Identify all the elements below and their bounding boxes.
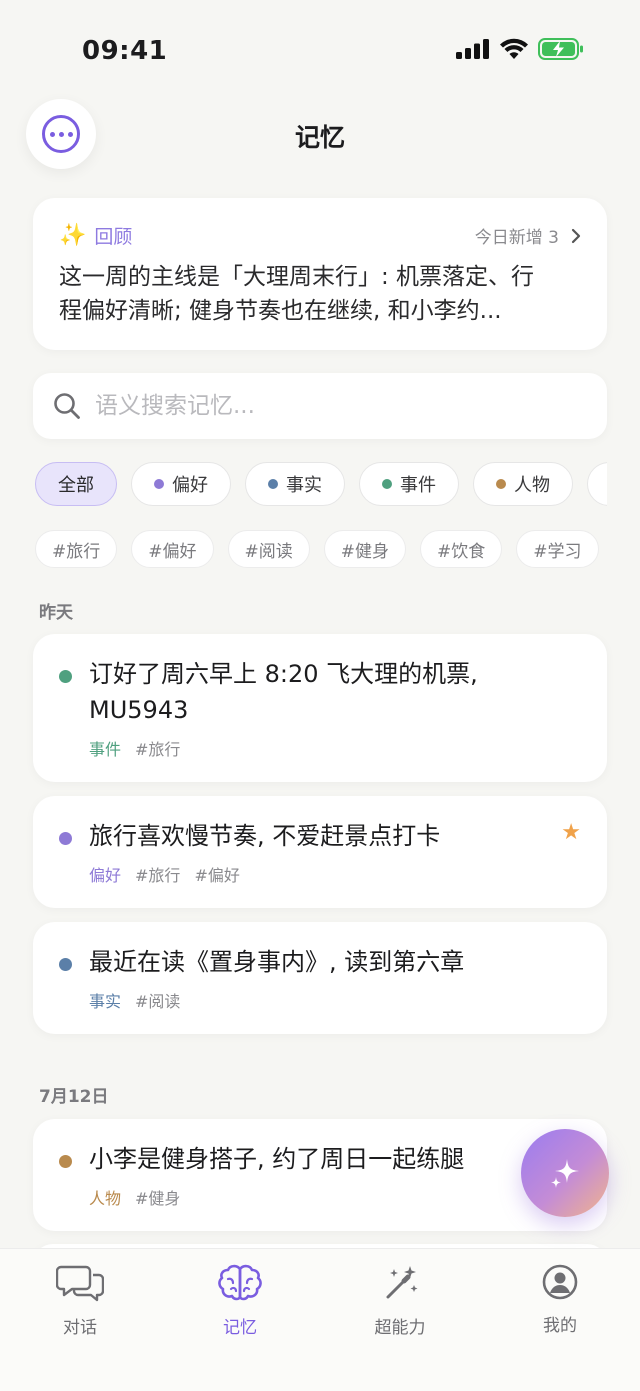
memory-card[interactable]: 最近在读《置身事内》, 读到第六章事实 #阅读 (33, 922, 607, 1034)
tag-chip[interactable]: #偏好 (131, 530, 214, 568)
memory-tag: #阅读 (135, 992, 181, 1011)
chat-bubbles-icon (55, 1265, 105, 1302)
memory-type-dot (59, 670, 72, 683)
status-bar: 09:41 (0, 0, 640, 100)
type-dot (496, 479, 506, 489)
tab-profile[interactable]: 我的 (500, 1263, 620, 1336)
memory-meta: 事件 #旅行 (89, 736, 180, 760)
status-time: 09:41 (82, 36, 168, 66)
type-dot (154, 479, 164, 489)
profile-icon (542, 1264, 578, 1300)
brain-icon (218, 1264, 262, 1301)
filter-chip-label: 全部 (58, 475, 94, 496)
date-section-label: 昨天 (39, 603, 73, 623)
memory-tag: #旅行 (135, 740, 181, 759)
memory-type-label: 人物 (89, 1189, 122, 1208)
filter-chip-label: 事件 (400, 475, 436, 496)
review-summary: 这一周的主线是「大理周末行」: 机票落定、行 程偏好清晰; 健身节奏也在继续, … (59, 260, 587, 328)
filter-chip[interactable]: 人物 (473, 462, 573, 506)
review-label: 回顾 (94, 226, 133, 248)
review-card[interactable]: ✨ 回顾 今日新增 3 这一周的主线是「大理周末行」: 机票落定、行 程偏好清晰… (33, 198, 607, 350)
review-summary-line: 这一周的主线是「大理周末行」: 机票落定、行 (59, 264, 535, 290)
page-title: 记忆 (294, 123, 345, 152)
tab-label: 我的 (543, 1316, 577, 1336)
memory-tag: #偏好 (194, 866, 240, 885)
memory-text: 旅行喜欢慢节奏, 不爱赶景点打卡 (89, 818, 569, 854)
ai-sparkle-button[interactable] (521, 1129, 609, 1217)
tag-chip[interactable]: #饮食 (420, 530, 503, 568)
filter-chip[interactable]: 其 (587, 462, 607, 506)
memory-text-line: 最近在读《置身事内》, 读到第六章 (89, 948, 465, 976)
today-new-count[interactable]: 今日新增 3 (475, 223, 581, 248)
battery-icon (538, 38, 583, 60)
memory-type-label: 偏好 (89, 866, 122, 885)
today-new-label: 今日新增 3 (474, 228, 559, 248)
memory-text-line: 订好了周六早上 8:20 飞大理的机票, (89, 660, 478, 688)
memory-text: 小李是健身搭子, 约了周日一起练腿 (89, 1141, 569, 1177)
memory-text: 最近在读《置身事内》, 读到第六章 (89, 944, 569, 980)
memory-tag: #旅行 (135, 866, 181, 885)
memory-meta: 偏好 #旅行 #偏好 (89, 862, 240, 886)
filter-chip-label: 偏好 (172, 475, 208, 496)
type-filter-bar: 全部 偏好 事实 事件 人物 其 (35, 462, 607, 508)
type-dot (382, 479, 392, 489)
date-section-label: 7月12日 (39, 1087, 109, 1107)
memory-type-dot (59, 832, 72, 845)
memory-meta: 事实 #阅读 (89, 988, 180, 1012)
memory-text: 订好了周六早上 8:20 飞大理的机票, MU5943 (89, 656, 569, 728)
tag-chip[interactable]: #学习 (516, 530, 599, 568)
tab-memory[interactable]: 记忆 (180, 1263, 300, 1338)
search-icon (54, 393, 80, 419)
search-input[interactable] (95, 387, 575, 425)
tag-chip[interactable]: #阅读 (227, 530, 310, 568)
tab-label: 记忆 (223, 1318, 257, 1338)
status-icons (456, 38, 584, 60)
tab-label: 超能力 (374, 1318, 426, 1338)
tag-chip[interactable]: #健身 (323, 530, 406, 568)
sparkle-icon (551, 1159, 579, 1188)
filter-chip[interactable]: 事实 (245, 462, 345, 506)
memory-type-label: 事件 (89, 740, 122, 759)
wifi-icon (500, 38, 528, 59)
memory-card[interactable]: 旅行喜欢慢节奏, 不爱赶景点打卡偏好 #旅行 #偏好 ★ (33, 796, 607, 908)
memory-tag: #健身 (135, 1189, 181, 1208)
memory-type-dot (59, 1155, 72, 1168)
memory-meta: 人物 #健身 (89, 1185, 180, 1209)
memory-text-line: 小李是健身搭子, 约了周日一起练腿 (89, 1145, 465, 1173)
tab-chat[interactable]: 对话 (20, 1263, 140, 1338)
filter-chip[interactable]: 事件 (359, 462, 459, 506)
tab-bar: 对话 记忆 超能力 我的 (0, 1248, 640, 1391)
star-icon[interactable]: ★ (561, 820, 581, 845)
chevron-right-icon (571, 228, 581, 243)
filter-chip-label: 事实 (286, 475, 322, 496)
signal-icon (456, 39, 489, 59)
review-summary-line: 程偏好清晰; 健身节奏也在继续, 和小李约... (59, 298, 502, 324)
memory-text-line: MU5943 (89, 696, 189, 724)
memory-card[interactable]: 订好了周六早上 8:20 飞大理的机票, MU5943 事件 #旅行 (33, 634, 607, 782)
tab-label: 对话 (63, 1318, 97, 1338)
magic-wand-icon (386, 1266, 418, 1299)
search-bar[interactable] (33, 373, 607, 439)
tab-superpowers[interactable]: 超能力 (340, 1263, 460, 1338)
memory-type-dot (59, 958, 72, 971)
filter-chip[interactable]: 全部 (35, 462, 117, 506)
filter-chip[interactable]: 偏好 (131, 462, 231, 506)
type-dot (268, 479, 278, 489)
filter-chip-label: 人物 (514, 475, 550, 496)
tag-chip[interactable]: #旅行 (35, 530, 118, 568)
sparkles-icon: ✨ (59, 223, 87, 248)
tag-filter-bar: #旅行 #偏好 #阅读 #健身 #饮食 #学习 (35, 530, 599, 568)
memory-type-label: 事实 (89, 992, 122, 1011)
memory-text-line: 旅行喜欢慢节奏, 不爱赶景点打卡 (89, 822, 441, 850)
